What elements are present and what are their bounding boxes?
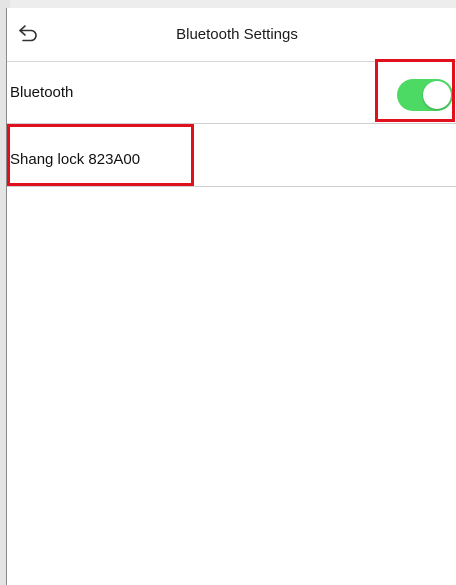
device-name: Shang lock 823A00 (10, 151, 141, 168)
bluetooth-setting-row[interactable]: Bluetooth (7, 62, 456, 124)
empty-list-area (7, 187, 456, 585)
bluetooth-toggle[interactable] (397, 79, 453, 111)
page-title: Bluetooth Settings (176, 26, 298, 43)
device-screen: Bluetooth Settings Bluetooth Shang lock … (6, 8, 456, 585)
device-list-item[interactable]: Shang lock 823A00 (7, 124, 456, 187)
toggle-knob (423, 81, 451, 109)
top-bar: Bluetooth Settings (7, 8, 456, 62)
bluetooth-label: Bluetooth (10, 84, 74, 101)
